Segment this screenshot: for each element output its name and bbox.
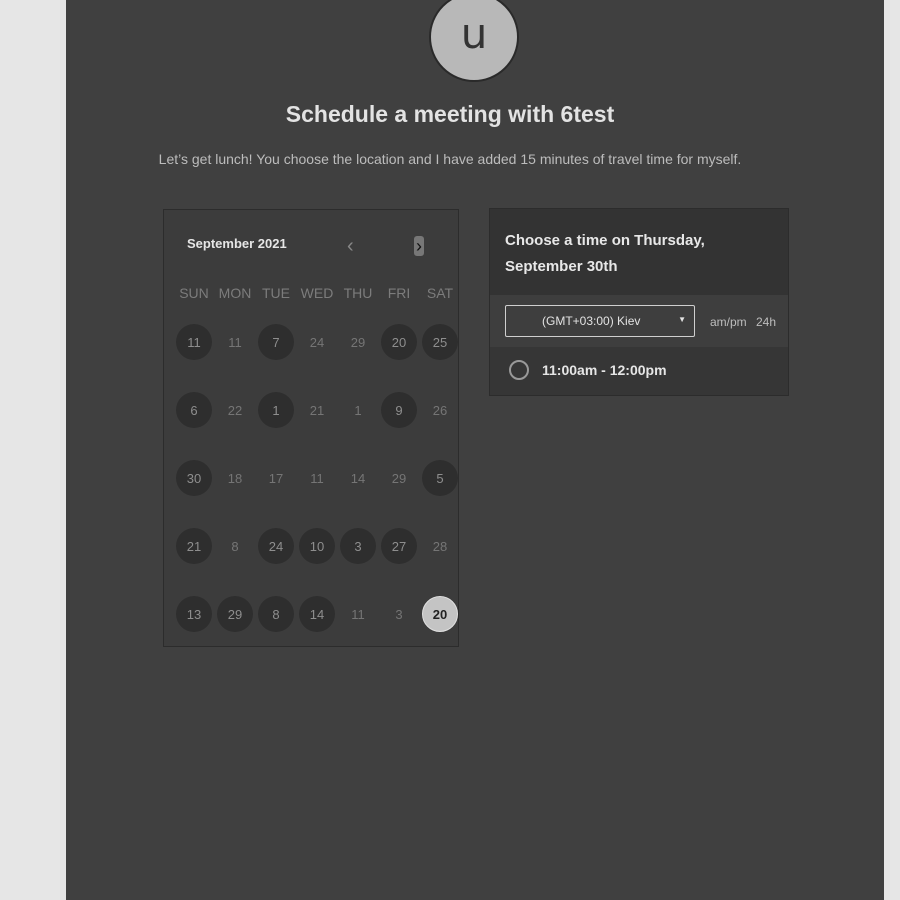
format-ampm-toggle[interactable]: am/pm	[710, 315, 747, 329]
weekday-header: FRI	[387, 285, 411, 301]
calendar-day[interactable]: 30	[176, 460, 212, 496]
calendar-day[interactable]: 8	[258, 596, 294, 632]
calendar-day: 21	[309, 402, 325, 418]
calendar-day[interactable]: 10	[299, 528, 335, 564]
calendar-day[interactable]: 29	[217, 596, 253, 632]
avatar-letter: u	[460, 8, 488, 58]
calendar: September 2021 ‹ › SUN MON TUE WED THU FRI SAT…	[163, 209, 459, 647]
calendar-day: 1	[354, 402, 362, 418]
calendar-day[interactable]: 3	[340, 528, 376, 564]
calendar-day[interactable]: 7	[258, 324, 294, 360]
weekday-header: WED	[300, 285, 334, 301]
time-slot[interactable]: 11:00am - 12:00pm	[490, 347, 788, 395]
calendar-day[interactable]: 11	[176, 324, 212, 360]
calendar-day-selected[interactable]: 20	[422, 596, 458, 632]
calendar-day: 17	[268, 470, 284, 486]
calendar-day: 29	[391, 470, 407, 486]
page-title: Schedule a meeting with 6test	[285, 101, 615, 127]
calendar-day[interactable]: 9	[381, 392, 417, 428]
radio-icon[interactable]	[509, 360, 529, 380]
calendar-day: 26	[432, 402, 448, 418]
time-slot-label: 11:00am - 12:00pm	[542, 362, 667, 378]
calendar-day[interactable]: 5	[422, 460, 458, 496]
caret-down-icon: ▼	[678, 315, 686, 324]
weekday-header: MON	[218, 285, 252, 301]
timezone-value: (GMT+03:00) Kiev	[542, 314, 641, 328]
calendar-day: 28	[432, 538, 448, 554]
calendar-day[interactable]: 14	[299, 596, 335, 632]
weekday-header: THU	[343, 285, 373, 301]
format-24h-toggle[interactable]: 24h	[756, 315, 776, 329]
chevron-right-icon[interactable]: ›	[414, 236, 424, 256]
calendar-day: 3	[395, 606, 403, 622]
calendar-day: 24	[309, 334, 325, 350]
weekday-header: SAT	[426, 285, 454, 301]
calendar-day[interactable]: 1	[258, 392, 294, 428]
calendar-month-label: September 2021	[187, 236, 287, 251]
selected-date-heading: Choose a time on Thursday, September 30t…	[505, 232, 705, 275]
weekday-header: SUN	[179, 285, 209, 301]
calendar-day: 29	[350, 334, 366, 350]
time-picker-header: Choose a time on Thursday, September 30t…	[490, 209, 788, 295]
calendar-day[interactable]: 25	[422, 324, 458, 360]
timezone-select[interactable]: (GMT+03:00) Kiev ▼	[505, 305, 695, 337]
meeting-description: Let’s get lunch! You choose the location…	[158, 151, 742, 167]
calendar-day[interactable]: 27	[381, 528, 417, 564]
calendar-day: 14	[350, 470, 366, 486]
calendar-day: 18	[227, 470, 243, 486]
calendar-day: 11	[228, 334, 242, 350]
calendar-day[interactable]: 6	[176, 392, 212, 428]
calendar-day: 22	[227, 402, 243, 418]
weekday-header: TUE	[262, 285, 290, 301]
calendar-day[interactable]: 13	[176, 596, 212, 632]
calendar-day[interactable]: 20	[381, 324, 417, 360]
calendar-day[interactable]: 24	[258, 528, 294, 564]
calendar-day: 11	[310, 470, 324, 486]
calendar-day: 8	[231, 538, 239, 554]
calendar-day[interactable]: 21	[176, 528, 212, 564]
chevron-left-icon[interactable]: ‹	[347, 236, 354, 256]
time-picker: Choose a time on Thursday, September 30t…	[489, 208, 789, 396]
calendar-day: 11	[351, 606, 365, 622]
